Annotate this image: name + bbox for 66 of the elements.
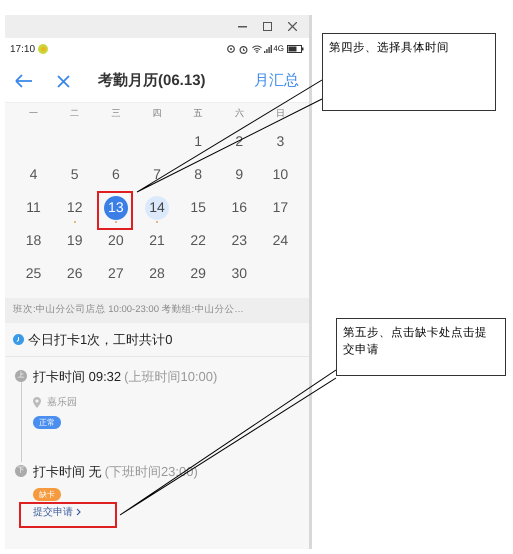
calendar-day[interactable]: 14 (144, 196, 169, 220)
calendar-day[interactable]: 17 (268, 196, 292, 220)
wifi-icon (252, 45, 262, 53)
calendar-day[interactable]: 7 (144, 162, 169, 186)
summary-text: 今日打卡1次，工时共计0 (28, 330, 172, 349)
scheduled-time: (上班时间10:00) (124, 368, 218, 386)
weekday-label: 一 (29, 107, 38, 120)
calendar-day[interactable]: 5 (62, 162, 87, 186)
calendar-day[interactable]: 16 (227, 196, 252, 220)
calendar-day[interactable]: 10 (268, 162, 292, 186)
highlight-box (97, 191, 133, 230)
maximize-icon[interactable] (263, 22, 272, 31)
calendar-day[interactable]: 20 (104, 228, 128, 252)
calendar-day[interactable]: 21 (144, 228, 169, 252)
close-icon[interactable] (288, 22, 297, 31)
calendar-day[interactable]: 18 (22, 228, 46, 252)
calendar-day[interactable]: 1 (186, 130, 210, 154)
minimize-icon[interactable] (238, 26, 247, 28)
chevron-right-icon (76, 508, 81, 516)
location-pin-icon (33, 396, 41, 408)
calendar-day[interactable]: 26 (62, 262, 87, 286)
location-icon (227, 44, 236, 54)
page-title: 考勤月历(06.13) (98, 70, 206, 91)
calendar-day[interactable]: 12 (62, 196, 87, 220)
weekday-label: 二 (70, 107, 80, 120)
calendar-day[interactable]: 28 (144, 262, 169, 286)
back-arrow-icon[interactable] (15, 74, 33, 88)
calendar-day[interactable]: 25 (22, 262, 46, 286)
calendar-day[interactable]: 30 (227, 262, 252, 286)
status-badge: 缺卡 (33, 488, 61, 500)
calendar-day[interactable]: 3 (268, 130, 292, 154)
calendar-day[interactable]: 6 (104, 162, 128, 186)
network-type: 4G (273, 43, 284, 55)
callout-box: 第五步、点击缺卡处点击提交申请 (336, 318, 506, 376)
calendar-day[interactable]: 23 (227, 228, 252, 252)
clock-icon (13, 334, 24, 345)
calendar-day[interactable]: 4 (22, 162, 46, 186)
calendar-day[interactable]: 29 (186, 262, 210, 286)
battery-icon (287, 45, 304, 53)
weekday-label: 日 (276, 107, 285, 120)
weekday-label: 五 (194, 107, 203, 120)
calendar-day[interactable]: 9 (227, 162, 252, 186)
weekday-label: 四 (152, 107, 162, 120)
shift-info-bar: 班次:中山分公司店总 10:00-23:00 考勤组:中山分公… (5, 298, 309, 323)
location-text: 嘉乐园 (47, 396, 77, 410)
calendar-day[interactable]: 11 (22, 196, 46, 220)
signal-icon (264, 45, 272, 53)
app-notification-icon (38, 44, 48, 54)
weekday-label: 六 (234, 107, 244, 120)
close-icon[interactable] (57, 74, 70, 88)
calendar-day[interactable]: 22 (186, 228, 210, 252)
calendar-day[interactable]: 19 (62, 228, 87, 252)
monthly-summary-link[interactable]: 月汇总 (254, 70, 299, 92)
status-badge: 正常 (33, 416, 61, 428)
callout-box: 第四步、选择具体时间 (322, 33, 496, 111)
calendar-day[interactable]: 15 (186, 196, 210, 220)
alarm-icon (239, 44, 248, 54)
punch-time: 打卡时间 09:32 (33, 368, 122, 386)
status-time: 17:10 (10, 42, 36, 56)
calendar-day[interactable]: 13 (104, 196, 128, 220)
calendar-day[interactable]: 8 (186, 162, 210, 186)
punch-time: 打卡时间 无 (33, 463, 102, 481)
submit-request-link[interactable]: 提交申请 (33, 504, 81, 520)
calendar-day[interactable]: 24 (268, 228, 292, 252)
weekday-label: 三 (111, 107, 120, 120)
calendar-day[interactable]: 27 (104, 262, 128, 286)
